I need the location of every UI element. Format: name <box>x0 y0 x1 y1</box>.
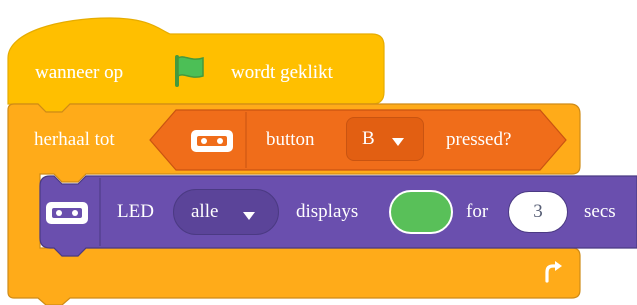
led-label: LED <box>117 201 154 222</box>
button-dropdown[interactable]: B <box>346 117 424 161</box>
microbit-icon <box>190 128 234 159</box>
condition-text: button <box>266 129 315 150</box>
led-target-dropdown[interactable]: alle <box>173 189 279 235</box>
triangle-down-icon <box>242 208 256 226</box>
led-text-for: for <box>466 201 489 222</box>
button-dropdown-value: B <box>362 128 375 149</box>
led-color-picker[interactable] <box>389 190 453 234</box>
hat-text-before: wanneer op <box>35 62 124 83</box>
duration-value: 3 <box>533 201 543 222</box>
repeat-until-label: herhaal tot <box>34 129 115 150</box>
triangle-down-icon <box>391 134 405 152</box>
hat-text-after: wordt geklikt <box>231 62 333 83</box>
duration-input[interactable]: 3 <box>508 191 568 233</box>
rotate-arrow-icon <box>539 258 567 291</box>
led-text-displays: displays <box>296 201 359 222</box>
led-target-value: alle <box>191 201 219 222</box>
scratch-workspace: wanneer op wordt geklikt herhaal tot but… <box>0 0 637 305</box>
condition-text-after: pressed? <box>446 129 512 150</box>
microbit-icon <box>45 200 89 231</box>
green-flag-icon <box>170 52 208 93</box>
led-text-secs: secs <box>584 201 616 222</box>
